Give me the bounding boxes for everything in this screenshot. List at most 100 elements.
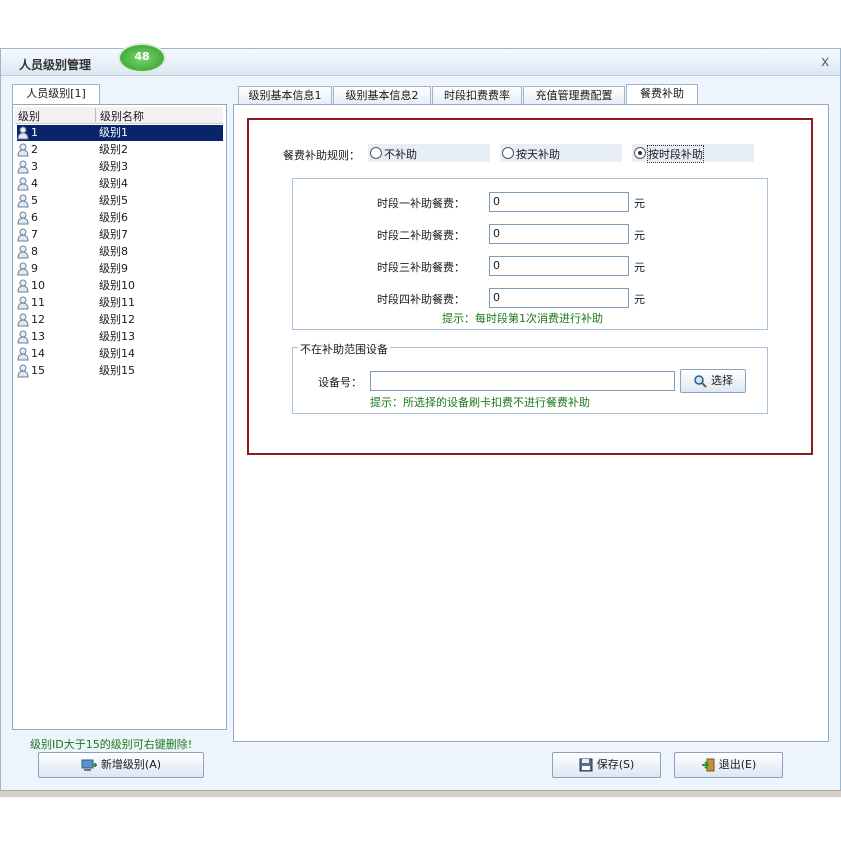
grid-header: 级别 级别名称 bbox=[15, 107, 223, 124]
person-icon bbox=[17, 177, 29, 191]
radio-period-subsidy[interactable]: 按时段补助 bbox=[632, 144, 754, 163]
level-id: 4 bbox=[31, 177, 38, 190]
level-id: 14 bbox=[31, 347, 45, 360]
level-row[interactable]: 4 级别4 bbox=[17, 176, 223, 192]
level-row[interactable]: 12 级别12 bbox=[17, 312, 223, 328]
tab-recharge-fee-config[interactable]: 充值管理费配置 bbox=[523, 86, 625, 105]
column-divider bbox=[95, 108, 96, 122]
tab-recharge-fee-config-label: 充值管理费配置 bbox=[535, 89, 613, 102]
level-id: 7 bbox=[31, 228, 38, 241]
person-icon bbox=[17, 364, 29, 378]
excluded-devices-title: 不在补助范围设备 bbox=[298, 341, 390, 357]
level-id: 15 bbox=[31, 364, 45, 377]
select-device-button[interactable]: 选择 bbox=[680, 369, 746, 393]
level-row[interactable]: 13 级别13 bbox=[17, 329, 223, 345]
floppy-icon bbox=[579, 758, 593, 772]
tab-basic-info-1[interactable]: 级别基本信息1 bbox=[238, 86, 332, 105]
level-id: 11 bbox=[31, 296, 45, 309]
radio-no-subsidy[interactable]: 不补助 bbox=[368, 144, 490, 162]
person-icon bbox=[17, 245, 29, 259]
level-id: 2 bbox=[31, 143, 38, 156]
period2-unit: 元 bbox=[634, 229, 645, 242]
level-id: 13 bbox=[31, 330, 45, 343]
level-name: 级别9 bbox=[99, 262, 128, 275]
level-name: 级别13 bbox=[99, 330, 135, 343]
level-row[interactable]: 9 级别9 bbox=[17, 261, 223, 277]
exit-button-label: 退出(E) bbox=[718, 758, 757, 771]
level-row[interactable]: 11 级别11 bbox=[17, 295, 223, 311]
level-id: 3 bbox=[31, 160, 38, 173]
close-button[interactable]: x bbox=[821, 54, 829, 70]
level-name: 级别3 bbox=[99, 160, 128, 173]
level-id: 10 bbox=[31, 279, 45, 292]
person-icon bbox=[17, 279, 29, 293]
radio-daily-subsidy[interactable]: 按天补助 bbox=[500, 144, 622, 162]
radio-no-subsidy-circle[interactable] bbox=[370, 147, 382, 159]
person-icon bbox=[17, 194, 29, 208]
exit-door-icon bbox=[701, 758, 715, 772]
level-name: 级别10 bbox=[99, 279, 135, 292]
person-icon bbox=[17, 262, 29, 276]
period1-input[interactable]: 0 bbox=[489, 192, 629, 212]
level-row[interactable]: 6 级别6 bbox=[17, 210, 223, 226]
level-id: 8 bbox=[31, 245, 38, 258]
person-icon bbox=[17, 330, 29, 344]
tab-person-level[interactable]: 人员级别[1] bbox=[12, 84, 100, 105]
period2-input[interactable]: 0 bbox=[489, 224, 629, 244]
period3-unit: 元 bbox=[634, 261, 645, 274]
level-row[interactable]: 1 级别1 bbox=[17, 125, 223, 141]
period4-input[interactable]: 0 bbox=[489, 288, 629, 308]
column-level-header[interactable]: 级别 bbox=[18, 108, 40, 124]
level-name: 级别5 bbox=[99, 194, 128, 207]
level-name: 级别6 bbox=[99, 211, 128, 224]
radio-daily-subsidy-circle[interactable] bbox=[502, 147, 514, 159]
period-hint: 提示：每时段第1次消费进行补助 bbox=[442, 312, 603, 325]
device-input[interactable] bbox=[370, 371, 675, 391]
add-level-icon bbox=[81, 759, 97, 771]
device-label: 设备号： bbox=[318, 376, 362, 389]
level-row[interactable]: 14 级别14 bbox=[17, 346, 223, 362]
level-row[interactable]: 2 级别2 bbox=[17, 142, 223, 158]
level-name: 级别7 bbox=[99, 228, 128, 241]
add-level-label: 新增级别(A) bbox=[100, 758, 162, 771]
radio-daily-subsidy-label: 按天补助 bbox=[516, 148, 560, 161]
level-name: 级别12 bbox=[99, 313, 135, 326]
period2-label: 时段二补助餐费： bbox=[377, 229, 465, 242]
title-bar: 人员级别管理 48 x bbox=[1, 43, 840, 76]
period1-unit: 元 bbox=[634, 197, 645, 210]
tab-basic-info-1-label: 级别基本信息1 bbox=[248, 89, 322, 102]
level-id: 12 bbox=[31, 313, 45, 326]
level-row[interactable]: 3 级别3 bbox=[17, 159, 223, 175]
level-row[interactable]: 10 级别10 bbox=[17, 278, 223, 294]
level-name: 级别4 bbox=[99, 177, 128, 190]
person-icon bbox=[17, 211, 29, 225]
level-row[interactable]: 15 级别15 bbox=[17, 363, 223, 379]
level-name: 级别1 bbox=[99, 126, 128, 139]
period3-input[interactable]: 0 bbox=[489, 256, 629, 276]
select-device-label: 选择 bbox=[711, 374, 733, 387]
column-name-header[interactable]: 级别名称 bbox=[100, 108, 144, 124]
level-name: 级别11 bbox=[99, 296, 135, 309]
tab-period-fee-rate[interactable]: 时段扣费费率 bbox=[432, 86, 522, 105]
window-title: 人员级别管理 bbox=[19, 58, 92, 72]
exit-button[interactable]: 退出(E) bbox=[674, 752, 783, 778]
level-name: 级别15 bbox=[99, 364, 135, 377]
person-icon bbox=[17, 347, 29, 361]
level-row[interactable]: 8 级别8 bbox=[17, 244, 223, 260]
save-button[interactable]: 保存(S) bbox=[552, 752, 661, 778]
level-row[interactable]: 7 级别7 bbox=[17, 227, 223, 243]
level-id: 5 bbox=[31, 194, 38, 207]
device-hint: 提示：所选择的设备刷卡扣费不进行餐费补助 bbox=[370, 396, 590, 409]
tab-meal-subsidy[interactable]: 餐费补助 bbox=[626, 84, 698, 105]
level-row[interactable]: 5 级别5 bbox=[17, 193, 223, 209]
magnifier-icon bbox=[694, 375, 707, 388]
period4-label: 时段四补助餐费： bbox=[377, 293, 465, 306]
tab-basic-info-2[interactable]: 级别基本信息2 bbox=[333, 86, 431, 105]
level-list-panel: 级别 级别名称 1 级别1 2 级别2 3 级别3 4 级别4 5 级别5 6 级别6 7 级别7 8 级别8… bbox=[12, 104, 227, 730]
person-icon bbox=[17, 296, 29, 310]
radio-no-subsidy-label: 不补助 bbox=[384, 148, 417, 161]
person-icon bbox=[17, 313, 29, 327]
add-level-button[interactable]: 新增级别(A) bbox=[38, 752, 204, 778]
radio-period-subsidy-circle[interactable] bbox=[634, 147, 646, 159]
level-name: 级别8 bbox=[99, 245, 128, 258]
